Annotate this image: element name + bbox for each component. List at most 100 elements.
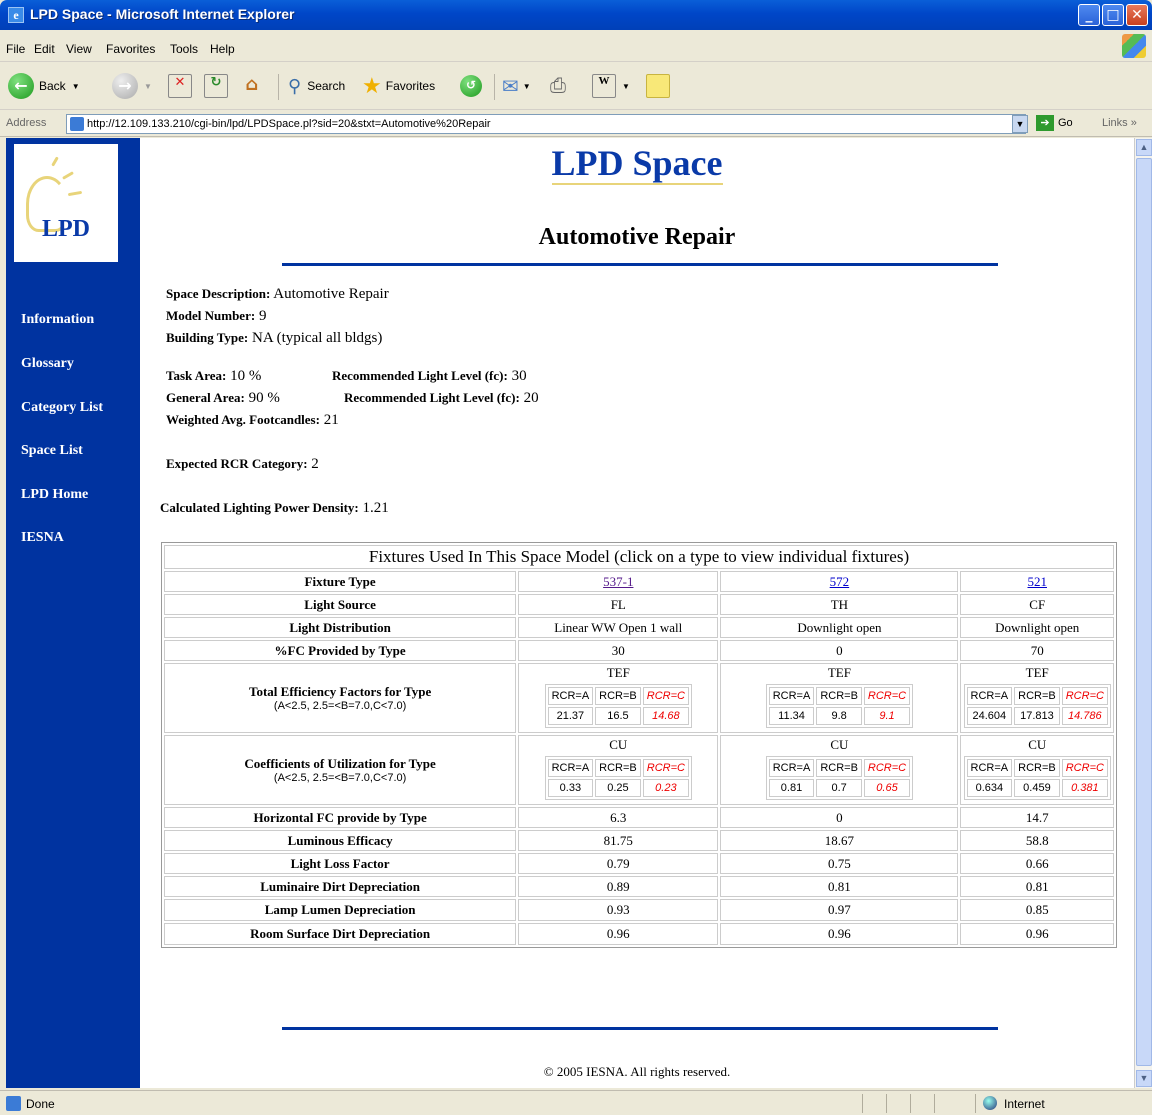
mail-button[interactable]: ✉ ▼ <box>502 71 531 101</box>
page-icon <box>70 117 84 131</box>
calculated-lpd: Calculated Lighting Power Density: 1.21 <box>160 500 389 516</box>
address-dropdown-icon[interactable]: ▼ <box>1012 115 1028 133</box>
table-cell: 6.3 <box>518 807 719 828</box>
table-cell: 0.93 <box>518 899 719 921</box>
sidebar-item-category-list[interactable]: Category List <box>21 400 103 416</box>
menu-help[interactable]: Help <box>210 42 235 56</box>
page-title: LPD Space <box>551 143 723 185</box>
status-bar: Done Internet <box>0 1090 1152 1115</box>
refresh-button[interactable]: ↻ <box>204 71 228 101</box>
table-cell: Linear WW Open 1 wall <box>518 617 719 638</box>
security-zone: Internet <box>1004 1097 1045 1111</box>
row-header: Room Surface Dirt Depreciation <box>164 923 517 945</box>
discuss-button[interactable] <box>646 71 670 101</box>
stop-icon: ✕ <box>168 74 192 98</box>
table-row: Light Loss Factor 0.79 0.75 0.66 <box>164 853 1114 874</box>
sidebar-item-glossary[interactable]: Glossary <box>21 356 74 372</box>
history-button[interactable]: ↺ <box>460 71 482 101</box>
space-description: Space Description: Automotive Repair <box>166 286 389 302</box>
menu-view[interactable]: View <box>66 42 92 56</box>
home-button[interactable]: ⌂ <box>240 71 264 101</box>
table-row: Coefficients of Utilization for Type (A<2… <box>164 735 1114 805</box>
menu-tools[interactable]: Tools <box>170 42 198 56</box>
sidebar-item-lpd-home[interactable]: LPD Home <box>21 487 88 503</box>
table-row: Light Source FL TH CF <box>164 594 1114 615</box>
fixture-link-537-1[interactable]: 537-1 <box>603 574 633 589</box>
tef-cell: TEF RCR=A RCR=B RCR=C 11.34 9.8 9.1 <box>720 663 959 733</box>
general-area: General Area: 90 % <box>166 390 280 406</box>
lpd-logo: LPD <box>14 144 118 262</box>
close-button[interactable]: ✕ <box>1126 4 1148 26</box>
menu-file[interactable]: File <box>6 42 25 56</box>
history-icon: ↺ <box>460 75 482 97</box>
table-row: Luminaire Dirt Depreciation 0.89 0.81 0.… <box>164 876 1114 897</box>
table-cell: 18.67 <box>720 830 959 851</box>
maximize-button[interactable]: □ <box>1102 4 1124 26</box>
sidebar: LPD Information Glossary Category List S… <box>6 138 140 1088</box>
minimize-button[interactable]: _ <box>1078 4 1100 26</box>
word-icon: W <box>592 74 616 98</box>
table-cell: Downlight open <box>960 617 1114 638</box>
print-icon: ⎙ <box>550 74 566 97</box>
links-button[interactable]: Links » <box>1102 117 1137 129</box>
table-cell: 0.81 <box>720 876 959 897</box>
menu-edit[interactable]: Edit <box>34 42 55 56</box>
favorites-button[interactable]: ★ Favorites <box>362 71 435 101</box>
table-row: Fixture Type 537-1 572 521 <box>164 571 1114 592</box>
fixture-link-521[interactable]: 521 <box>1027 574 1047 589</box>
row-header: Light Loss Factor <box>164 853 517 874</box>
table-row: %FC Provided by Type 30 0 70 <box>164 640 1114 661</box>
task-recommended-light-level: Recommended Light Level (fc): 30 <box>332 368 527 384</box>
edit-button[interactable]: W ▼ <box>592 71 630 101</box>
model-number: Model Number: 9 <box>166 308 267 324</box>
sidebar-item-information[interactable]: Information <box>21 312 94 328</box>
cu-cell: CU RCR=A RCR=B RCR=C 0.81 0.7 0.65 <box>720 735 959 805</box>
address-input[interactable]: http://12.109.133.210/cgi-bin/lpd/LPDSpa… <box>66 114 1026 134</box>
sidebar-item-space-list[interactable]: Space List <box>21 443 83 459</box>
title-bar: e LPD Space - Microsoft Internet Explore… <box>0 0 1152 30</box>
print-button[interactable]: ⎙ <box>550 71 566 101</box>
table-cell: 0.89 <box>518 876 719 897</box>
table-cell: TH <box>720 594 959 615</box>
row-header: Coefficients of Utilization for Type (A<2… <box>164 735 517 805</box>
note-icon <box>646 74 670 98</box>
vertical-scrollbar[interactable]: ▲ ▼ <box>1134 138 1152 1088</box>
scroll-up-icon[interactable]: ▲ <box>1136 139 1152 156</box>
table-cell: 14.7 <box>960 807 1114 828</box>
table-cell: 58.8 <box>960 830 1114 851</box>
star-icon: ★ <box>362 73 382 98</box>
window-title: LPD Space - Microsoft Internet Explorer <box>30 6 295 22</box>
search-icon: ⚲ <box>288 75 302 96</box>
toolbar: ← Back ▼ → ▼ ✕ ↻ ⌂ ⚲ Search ★ Favorites ↺ ✉ ▼ … <box>0 62 1152 110</box>
row-header: Light Source <box>164 594 517 615</box>
fixture-link-572[interactable]: 572 <box>830 574 850 589</box>
sidebar-item-iesna[interactable]: IESNA <box>21 530 64 546</box>
go-arrow-icon: ➔ <box>1036 115 1054 131</box>
table-row: Horizontal FC provide by Type 6.3 0 14.7 <box>164 807 1114 828</box>
cu-cell: CU RCR=A RCR=B RCR=C 0.33 0.25 0.23 <box>518 735 719 805</box>
table-cell: FL <box>518 594 719 615</box>
scroll-down-icon[interactable]: ▼ <box>1136 1070 1152 1087</box>
row-header: Luminous Efficacy <box>164 830 517 851</box>
menu-favorites[interactable]: Favorites <box>106 42 155 56</box>
row-header: Total Efficiency Factors for Type (A<2.5,… <box>164 663 517 733</box>
status-text: Done <box>26 1097 55 1111</box>
table-cell: 0.96 <box>518 923 719 945</box>
go-button[interactable]: ➔ Go <box>1036 115 1073 131</box>
search-button[interactable]: ⚲ Search <box>288 71 345 101</box>
scroll-thumb[interactable] <box>1136 158 1152 1066</box>
space-name-heading: Automotive Repair <box>538 224 736 250</box>
table-cell: 0.75 <box>720 853 959 874</box>
table-caption: Fixtures Used In This Space Model (click… <box>164 545 1114 569</box>
weighted-avg-footcandles: Weighted Avg. Footcandles: 21 <box>166 412 339 428</box>
row-header: Lamp Lumen Depreciation <box>164 899 517 921</box>
back-arrow-icon: ← <box>8 73 34 99</box>
task-area: Task Area: 10 % <box>166 368 262 384</box>
table-cell: Downlight open <box>720 617 959 638</box>
table-cell: 0.97 <box>720 899 959 921</box>
forward-button[interactable]: → ▼ <box>112 71 152 101</box>
tef-cell: TEF RCR=A RCR=B RCR=C 21.37 16.5 14.68 <box>518 663 719 733</box>
copyright: © 2005 IESNA. All rights reserved. <box>543 1064 731 1079</box>
stop-button[interactable]: ✕ <box>168 71 192 101</box>
back-button[interactable]: ← Back ▼ <box>8 71 80 101</box>
